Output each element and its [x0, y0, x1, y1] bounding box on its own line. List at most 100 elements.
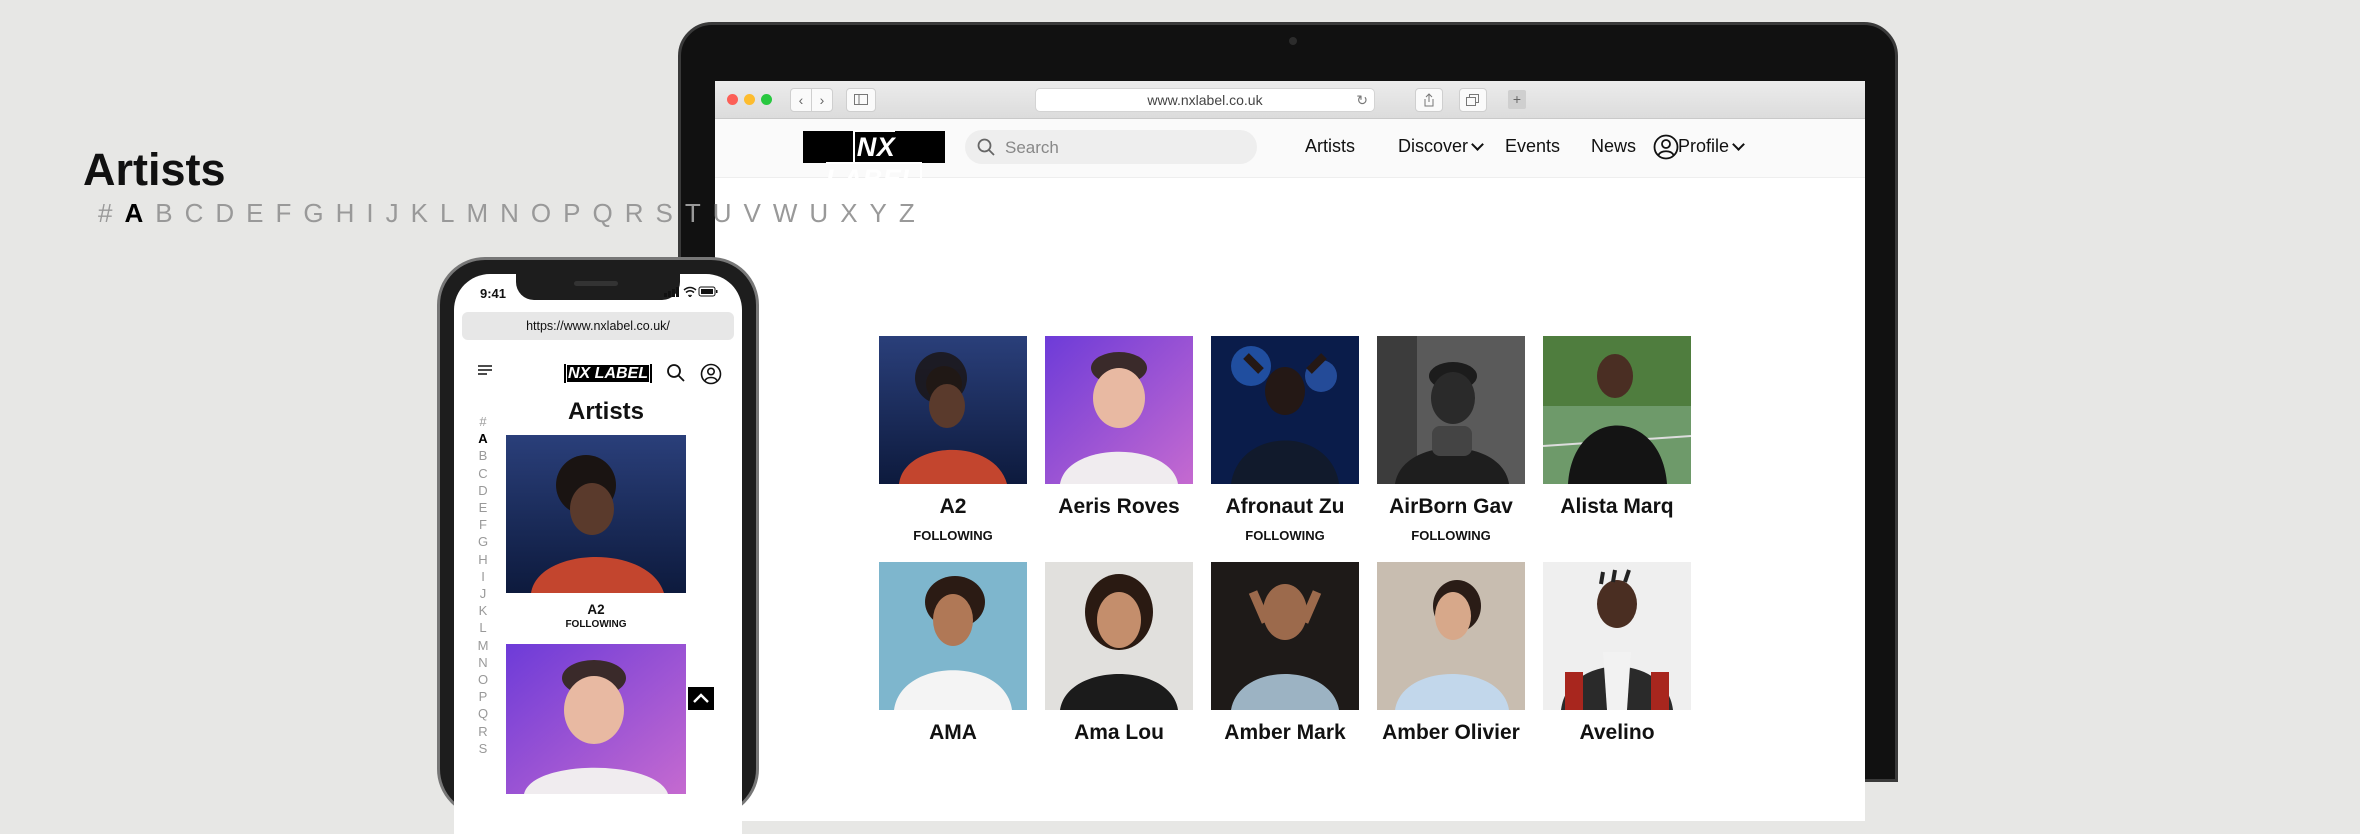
letter-filter[interactable]: W — [773, 198, 798, 229]
artist-name: Amber Mark — [1224, 721, 1346, 744]
reload-icon[interactable]: ↻ — [1356, 89, 1368, 111]
artist-photo[interactable] — [506, 644, 686, 794]
address-bar[interactable]: www.nxlabel.co.uk ↻ — [1035, 88, 1375, 112]
letter-filter[interactable]: N — [476, 654, 490, 671]
maximize-window-button[interactable] — [761, 94, 772, 105]
tabs-button[interactable] — [1459, 88, 1487, 112]
search-placeholder: Search — [1005, 138, 1059, 157]
letter-filter[interactable]: R — [625, 198, 644, 229]
letter-filter[interactable]: J — [476, 585, 490, 602]
phone-page-title: Artists — [568, 398, 645, 425]
artist-card[interactable]: Amber Mark — [1211, 562, 1359, 745]
artist-card[interactable]: Ama Lou — [1045, 562, 1193, 745]
letter-filter[interactable]: G — [476, 533, 490, 550]
letter-filter[interactable]: Z — [899, 198, 915, 229]
letter-filter[interactable]: C — [476, 465, 490, 482]
letter-filter[interactable]: U — [713, 198, 732, 229]
letter-filter[interactable]: Q — [476, 705, 490, 722]
artist-card[interactable]: Avelino — [1543, 562, 1691, 745]
artist-card[interactable]: AMA — [879, 562, 1027, 745]
new-tab-button[interactable]: + — [1508, 90, 1526, 109]
artist-photo[interactable] — [506, 435, 686, 593]
letter-filter[interactable]: M — [476, 637, 490, 654]
letter-filter[interactable]: U — [809, 198, 828, 229]
letter-filter[interactable]: C — [185, 198, 204, 229]
letter-filter[interactable]: P — [563, 198, 580, 229]
nav-profile[interactable]: Profile — [1678, 136, 1745, 157]
letter-filter[interactable]: # — [98, 198, 112, 229]
letter-filter[interactable]: E — [476, 499, 490, 516]
letter-filter[interactable]: L — [440, 198, 454, 229]
letter-filter[interactable]: X — [840, 198, 857, 229]
letter-filter[interactable]: E — [246, 198, 263, 229]
letter-filter[interactable]: G — [303, 198, 323, 229]
letter-filter[interactable]: T — [685, 198, 701, 229]
camera — [1289, 37, 1297, 45]
profile-icon[interactable] — [700, 363, 722, 385]
alphabet-filter: # A B C D E F G H I J K L M N O P Q R S T U V W U X Y Z — [98, 198, 927, 229]
scroll-to-top-button[interactable] — [688, 687, 714, 710]
letter-filter[interactable]: I — [476, 568, 490, 585]
letter-filter[interactable]: L — [476, 619, 490, 636]
following-badge: FOLLOWING — [565, 619, 627, 630]
letter-filter[interactable]: F — [276, 198, 292, 229]
menu-icon[interactable] — [478, 365, 492, 377]
chevron-down-icon — [1732, 138, 1745, 151]
letter-filter[interactable]: S — [656, 198, 673, 229]
nav-news[interactable]: News — [1591, 136, 1636, 157]
letter-filter[interactable]: S — [476, 740, 490, 757]
artist-card[interactable]: Alista Marq — [1542, 336, 1692, 528]
letter-filter[interactable]: H — [336, 198, 355, 229]
artist-name: A2 — [587, 602, 605, 617]
nav-discover[interactable]: Discover — [1398, 136, 1484, 157]
letter-filter[interactable]: N — [500, 198, 519, 229]
artist-card[interactable]: A2 FOLLOWING — [879, 336, 1027, 543]
letter-filter[interactable]: J — [386, 198, 399, 229]
letter-filter[interactable]: A — [124, 198, 143, 229]
nav-artists[interactable]: Artists — [1305, 136, 1355, 157]
following-badge: FOLLOWING — [913, 528, 993, 543]
artist-photo — [1211, 562, 1359, 710]
wifi-icon — [683, 286, 697, 297]
artist-photo — [1543, 562, 1691, 710]
letter-filter[interactable]: # — [476, 413, 490, 430]
letter-filter[interactable]: Q — [592, 198, 612, 229]
artist-card[interactable]: Amber Olivier — [1377, 562, 1525, 745]
letter-filter[interactable]: O — [531, 198, 551, 229]
letter-filter[interactable]: K — [411, 198, 428, 229]
search-icon[interactable] — [666, 363, 686, 383]
letter-filter[interactable]: B — [155, 198, 172, 229]
letter-filter[interactable]: K — [476, 602, 490, 619]
artist-card[interactable]: Afronaut Zu FOLLOWING — [1211, 336, 1359, 543]
artist-card[interactable]: Aeris Roves — [1045, 336, 1193, 528]
letter-filter[interactable]: P — [476, 688, 490, 705]
minimize-window-button[interactable] — [744, 94, 755, 105]
signal-icon — [664, 287, 679, 297]
close-window-button[interactable] — [727, 94, 738, 105]
letter-filter[interactable]: F — [476, 516, 490, 533]
letter-filter[interactable]: I — [366, 198, 373, 229]
search-input[interactable]: Search — [965, 130, 1257, 164]
nav-events[interactable]: Events — [1505, 136, 1560, 157]
letter-filter[interactable]: D — [476, 482, 490, 499]
letter-filter[interactable]: O — [476, 671, 490, 688]
artist-name: Ama Lou — [1074, 721, 1164, 744]
letter-filter[interactable]: M — [466, 198, 488, 229]
phone-address-bar[interactable]: https://www.nxlabel.co.uk/ — [462, 312, 734, 340]
phone-site-logo[interactable]: NX LABEL — [564, 364, 652, 383]
forward-button[interactable]: › — [811, 88, 833, 112]
profile-icon[interactable] — [1653, 134, 1679, 160]
letter-filter[interactable]: H — [476, 551, 490, 568]
back-button[interactable]: ‹ — [790, 88, 812, 112]
letter-filter[interactable]: V — [744, 198, 761, 229]
letter-filter[interactable]: R — [476, 723, 490, 740]
sidebar-button[interactable] — [846, 88, 876, 112]
letter-filter[interactable]: A — [476, 430, 490, 447]
artist-card[interactable]: AirBorn Gav FOLLOWING — [1377, 336, 1525, 543]
artist-name: AirBorn Gav — [1389, 495, 1513, 518]
site-logo[interactable]: NX LABEL — [803, 130, 945, 196]
share-button[interactable] — [1415, 88, 1443, 112]
letter-filter[interactable]: B — [476, 447, 490, 464]
letter-filter[interactable]: Y — [870, 198, 887, 229]
letter-filter[interactable]: D — [215, 198, 234, 229]
